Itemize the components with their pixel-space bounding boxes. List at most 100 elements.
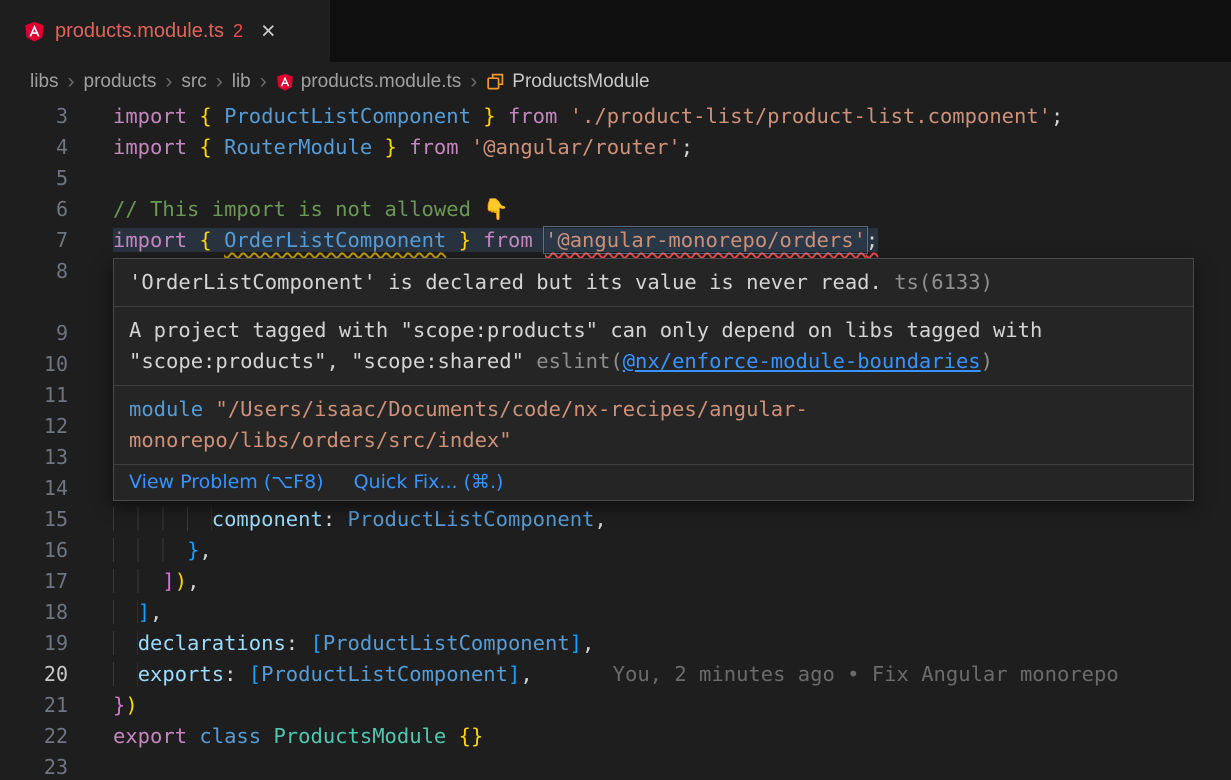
breadcrumb-label: libs xyxy=(30,71,59,93)
code-line-text xyxy=(90,256,113,287)
line-number[interactable]: 21 xyxy=(0,690,90,721)
breadcrumb-separator: › xyxy=(260,70,267,94)
breadcrumb-separator: › xyxy=(470,70,477,94)
angular-icon xyxy=(24,21,45,42)
breadcrumb-label: ProductsModule xyxy=(512,71,649,93)
code-line[interactable]: 22export class ProductsModule {} xyxy=(0,721,1231,752)
breadcrumb-label: src xyxy=(181,71,206,93)
inline-blame-annotation: You, 2 minutes ago • Fix Angular monorep… xyxy=(613,662,1119,686)
popup-text: 'OrderListComponent' is declared but its… xyxy=(129,270,882,294)
code-line[interactable]: 16 }, xyxy=(0,535,1231,566)
code-line-text xyxy=(90,473,113,504)
code-line-text: import { ProductListComponent } from './… xyxy=(90,101,1063,132)
popup-section-eslint-diagnostic: A project tagged with "scope:products" c… xyxy=(114,306,1193,385)
line-number[interactable]: 6 xyxy=(0,194,90,225)
code-line-text xyxy=(90,163,113,194)
view-problem-action[interactable]: View Problem (⌥F8) xyxy=(129,472,324,493)
line-number[interactable]: 18 xyxy=(0,597,90,628)
code-line[interactable]: 5 xyxy=(0,163,1231,194)
code-line[interactable]: 6// This import is not allowed 👇 xyxy=(0,194,1231,225)
code-line-text xyxy=(90,318,113,349)
line-number[interactable] xyxy=(0,287,90,318)
popup-text: "/Users/isaac/Documents/code/nx-recipes/… xyxy=(129,397,808,452)
code-line[interactable]: 20 exports: [ProductListComponent],You, … xyxy=(0,659,1231,690)
code-line-text xyxy=(90,752,113,780)
line-number[interactable]: 4 xyxy=(0,132,90,163)
popup-text: module xyxy=(129,397,215,421)
tab-title: products.module.ts xyxy=(55,20,224,43)
tab-bar: products.module.ts 2 × xyxy=(0,0,1231,62)
code-line-text: ], xyxy=(90,597,162,628)
popup-section-ts-diagnostic: 'OrderListComponent' is declared but its… xyxy=(114,259,1193,306)
code-line[interactable]: 17 ]), xyxy=(0,566,1231,597)
line-number[interactable]: 23 xyxy=(0,752,90,780)
breadcrumb-separator: › xyxy=(68,70,75,94)
breadcrumb-item-libs[interactable]: libs xyxy=(30,71,59,93)
breadcrumb-item-products-module-ts[interactable]: products.module.ts xyxy=(276,71,462,93)
popup-text: eslint( xyxy=(536,349,622,373)
code-line[interactable]: 19 declarations: [ProductListComponent], xyxy=(0,628,1231,659)
line-number[interactable]: 12 xyxy=(0,411,90,442)
code-line-text xyxy=(90,380,113,411)
line-number[interactable]: 9 xyxy=(0,318,90,349)
breadcrumb-label: lib xyxy=(232,71,251,93)
code-line-text xyxy=(90,287,113,318)
popup-actions: View Problem (⌥F8) Quick Fix... (⌘.) xyxy=(114,464,1193,500)
tab-products-module[interactable]: products.module.ts 2 × xyxy=(0,0,330,62)
eslint-rule-link[interactable]: @nx/enforce-module-boundaries xyxy=(623,349,981,373)
line-number[interactable]: 3 xyxy=(0,101,90,132)
line-number[interactable]: 10 xyxy=(0,349,90,380)
code-line-text: export class ProductsModule {} xyxy=(90,721,483,752)
quick-fix-action[interactable]: Quick Fix... (⌘.) xyxy=(354,472,504,493)
code-line[interactable]: 15 component: ProductListComponent, xyxy=(0,504,1231,535)
angular-icon xyxy=(276,73,294,91)
code-line[interactable]: 3import { ProductListComponent } from '.… xyxy=(0,101,1231,132)
popup-sections: 'OrderListComponent' is declared but its… xyxy=(114,259,1193,464)
breadcrumb-item-src[interactable]: src xyxy=(181,71,206,93)
line-number[interactable]: 20 xyxy=(0,659,90,690)
code-line[interactable]: 18 ], xyxy=(0,597,1231,628)
code-line-text: exports: [ProductListComponent],You, 2 m… xyxy=(90,659,1119,690)
class-symbol-icon xyxy=(486,72,505,91)
breadcrumb-separator: › xyxy=(216,70,223,94)
breadcrumb-item-productsmodule[interactable]: ProductsModule xyxy=(486,71,649,93)
line-number[interactable]: 16 xyxy=(0,535,90,566)
breadcrumb-label: products xyxy=(84,71,157,93)
line-number[interactable]: 8 xyxy=(0,256,90,287)
breadcrumb-item-lib[interactable]: lib xyxy=(232,71,251,93)
line-number[interactable]: 22 xyxy=(0,721,90,752)
code-line-text: component: ProductListComponent, xyxy=(90,504,607,535)
line-number[interactable]: 14 xyxy=(0,473,90,504)
code-line[interactable]: 4import { RouterModule } from '@angular/… xyxy=(0,132,1231,163)
code-line[interactable]: 21}) xyxy=(0,690,1231,721)
code-line-text: }, xyxy=(90,535,212,566)
breadcrumb: libs › products › src › lib › products.module.ts… xyxy=(0,62,1231,101)
code-line-text xyxy=(90,349,113,380)
line-number[interactable]: 11 xyxy=(0,380,90,411)
editor[interactable]: 3import { ProductListComponent } from '.… xyxy=(0,101,1231,780)
code-line-text: ]), xyxy=(90,566,199,597)
code-line-text: import { OrderListComponent } from '@ang… xyxy=(90,225,878,256)
code-line[interactable]: 7import { OrderListComponent } from '@an… xyxy=(0,225,1231,256)
code-line[interactable]: 23 xyxy=(0,752,1231,780)
breadcrumb-separator: › xyxy=(165,70,172,94)
code-line-text: declarations: [ProductListComponent], xyxy=(90,628,594,659)
close-icon[interactable]: × xyxy=(261,19,276,44)
line-number[interactable]: 17 xyxy=(0,566,90,597)
code-line-text: import { RouterModule } from '@angular/r… xyxy=(90,132,693,163)
code-line-text: // This import is not allowed 👇 xyxy=(90,194,509,225)
tab-problem-count: 2 xyxy=(233,21,243,42)
popup-text: ts(6133) xyxy=(882,270,993,294)
code-line-text xyxy=(90,411,113,442)
line-number[interactable]: 15 xyxy=(0,504,90,535)
code-line-text: }) xyxy=(90,690,138,721)
breadcrumb-item-products[interactable]: products xyxy=(84,71,157,93)
line-number[interactable]: 19 xyxy=(0,628,90,659)
line-number[interactable]: 5 xyxy=(0,163,90,194)
line-number[interactable]: 7 xyxy=(0,225,90,256)
code-line-text xyxy=(90,442,113,473)
line-number[interactable]: 13 xyxy=(0,442,90,473)
popup-section-module-path: module "/Users/isaac/Documents/code/nx-r… xyxy=(114,385,1193,464)
breadcrumb-label: products.module.ts xyxy=(301,71,462,93)
error-popup: 'OrderListComponent' is declared but its… xyxy=(113,258,1194,501)
